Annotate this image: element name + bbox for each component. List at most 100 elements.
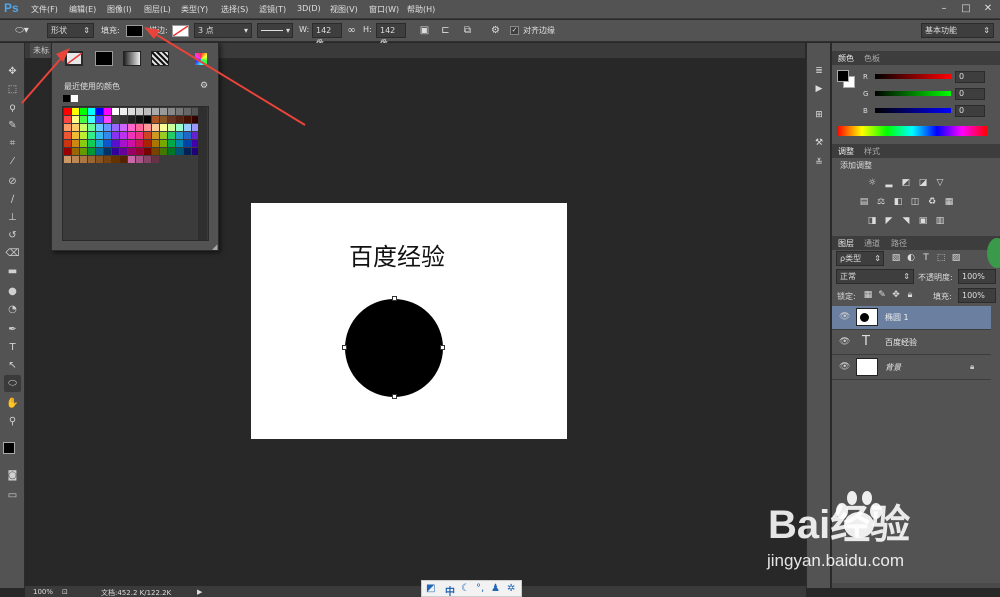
opacity-field[interactable]: 100% (958, 269, 996, 284)
path-operations-icon[interactable]: ▣ (418, 24, 431, 37)
color-swatch[interactable] (112, 140, 119, 147)
vibrance-icon[interactable]: ▽ (934, 177, 946, 189)
color-swatch[interactable] (64, 156, 71, 163)
exposure-icon[interactable]: ◪ (917, 177, 929, 189)
invert-icon[interactable]: ◨ (866, 215, 878, 227)
dodge-tool-icon[interactable]: ◔ (4, 301, 21, 318)
user-icon[interactable]: ♟ (491, 583, 500, 594)
color-swatch[interactable] (104, 132, 111, 139)
color-swatch[interactable] (112, 156, 119, 163)
menu-window[interactable]: 窗口(W) (369, 4, 399, 15)
menu-type[interactable]: 类型(Y) (181, 4, 208, 15)
color-swatch[interactable] (96, 156, 103, 163)
height-field[interactable]: 142 像 (376, 23, 406, 48)
lock-pixels-icon[interactable]: ✎ (876, 289, 888, 301)
color-swatch[interactable] (176, 148, 183, 155)
history-panel-icon[interactable]: ≣ (813, 65, 825, 77)
color-swatch[interactable] (168, 132, 175, 139)
color-swatch[interactable] (136, 148, 143, 155)
color-swatch[interactable] (96, 148, 103, 155)
color-swatch[interactable] (184, 148, 191, 155)
color-swatch[interactable] (88, 156, 95, 163)
layer-row-ellipse[interactable]: 👁︎ 椭圆 1 (832, 306, 991, 330)
filter-smart-icon[interactable]: ▨ (950, 252, 962, 264)
value-g[interactable]: 0 (955, 88, 985, 100)
color-swatch[interactable] (160, 148, 167, 155)
color-swatch[interactable] (64, 132, 71, 139)
workspace-select[interactable]: 基本功能 ⇕ (921, 23, 994, 38)
layer-filter-select[interactable]: ρ类型 ⇕ (836, 251, 884, 266)
color-swatch[interactable] (104, 148, 111, 155)
pen-tool-icon[interactable]: ✒ (4, 321, 21, 338)
color-lookup-icon[interactable]: ▦ (943, 196, 955, 208)
color-swatch[interactable] (168, 140, 175, 147)
color-swatch[interactable] (80, 140, 87, 147)
visibility-eye-icon[interactable]: 👁︎ (839, 362, 850, 372)
tab-styles[interactable]: 样式 (864, 146, 880, 157)
value-r[interactable]: 0 (955, 71, 985, 83)
color-swatch[interactable] (128, 148, 135, 155)
brightness-icon[interactable]: ☼ (866, 177, 878, 189)
color-swatch[interactable] (64, 140, 71, 147)
foreground-color-swatch[interactable] (3, 442, 15, 454)
panel-foreground-swatch[interactable] (837, 70, 849, 82)
eyedropper-tool-icon[interactable]: ⁄ (4, 153, 21, 170)
tab-adjustments[interactable]: 调整 (838, 146, 854, 157)
tab-channels[interactable]: 通道 (864, 238, 880, 249)
gear-icon[interactable]: ⚙ (489, 24, 502, 37)
color-swatch[interactable] (120, 156, 127, 163)
color-swatch[interactable] (72, 148, 79, 155)
color-swatch[interactable] (136, 140, 143, 147)
color-swatch[interactable] (160, 132, 167, 139)
posterize-icon[interactable]: ◤ (883, 215, 895, 227)
levels-icon[interactable]: ▂ (883, 177, 895, 189)
color-swatch[interactable] (136, 132, 143, 139)
color-swatch[interactable] (96, 132, 103, 139)
lock-transparent-icon[interactable]: ▦ (862, 289, 874, 301)
tab-color[interactable]: 颜色 (838, 53, 854, 64)
menu-edit[interactable]: 编辑(E) (69, 4, 96, 15)
path-anchor-bottom[interactable] (392, 394, 397, 399)
slider-b[interactable] (875, 108, 951, 113)
punctuation-icon[interactable]: °, (476, 583, 484, 594)
color-swatch[interactable] (104, 156, 111, 163)
type-tool-icon[interactable]: T (4, 339, 21, 356)
history-brush-tool-icon[interactable]: ↺ (4, 227, 21, 244)
ime-mode[interactable]: 中 (445, 583, 455, 597)
color-swatch[interactable] (128, 132, 135, 139)
tool-presets-panel-icon[interactable]: ⚒ (813, 137, 825, 149)
color-swatch[interactable] (80, 148, 87, 155)
color-swatch[interactable] (72, 132, 79, 139)
color-swatch[interactable] (176, 132, 183, 139)
color-swatch[interactable] (72, 156, 79, 163)
color-swatch[interactable] (80, 132, 87, 139)
maximize-icon[interactable]: □ (955, 2, 977, 16)
properties-panel-icon[interactable]: ⊞ (813, 109, 825, 121)
gradient-tool-icon[interactable]: ▬ (4, 263, 21, 280)
color-swatch[interactable] (152, 148, 159, 155)
color-swatch[interactable] (72, 140, 79, 147)
zoom-level[interactable]: 100% (33, 588, 53, 596)
color-swatch[interactable] (136, 156, 143, 163)
path-alignment-icon[interactable]: ⊏ (439, 24, 452, 37)
color-swatch[interactable] (152, 156, 159, 163)
color-swatch[interactable] (144, 156, 151, 163)
minimize-icon[interactable]: – (933, 2, 955, 16)
color-swatch[interactable] (152, 132, 159, 139)
blend-mode-select[interactable]: 正常 ⇕ (836, 269, 914, 284)
color-swatch[interactable] (128, 156, 135, 163)
color-swatch[interactable] (144, 148, 151, 155)
status-icon[interactable]: ⊡ (62, 588, 68, 596)
path-anchor-top[interactable] (392, 296, 397, 301)
gradient-map-icon[interactable]: ▥ (934, 215, 946, 227)
menu-select[interactable]: 选择(S) (221, 4, 248, 15)
color-swatch[interactable] (112, 148, 119, 155)
slider-r[interactable] (875, 74, 951, 79)
menu-file[interactable]: 文件(F) (31, 4, 58, 15)
color-swatch[interactable] (88, 148, 95, 155)
tab-paths[interactable]: 路径 (891, 238, 907, 249)
hand-tool-icon[interactable]: ✋ (4, 395, 21, 412)
visibility-eye-icon[interactable]: 👁︎ (839, 312, 850, 322)
color-swatch[interactable] (128, 140, 135, 147)
link-icon[interactable]: ∞ (345, 24, 358, 37)
